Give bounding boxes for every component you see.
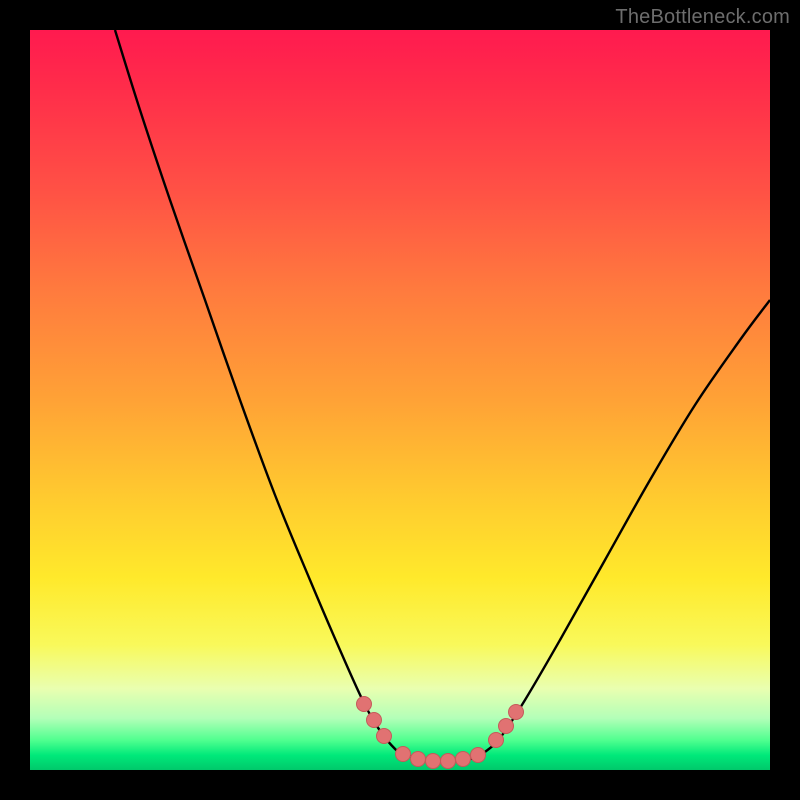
right-marker-3 (509, 705, 524, 720)
flat-marker-3 (426, 754, 441, 769)
right-marker-2 (499, 719, 514, 734)
left-marker-1 (357, 697, 372, 712)
flat-marker-4 (441, 754, 456, 769)
marker-group (357, 697, 524, 769)
chart-frame: TheBottleneck.com (0, 0, 800, 800)
watermark-text: TheBottleneck.com (615, 6, 790, 29)
flat-marker-5 (456, 752, 471, 767)
flat-marker-2 (411, 752, 426, 767)
right-marker-1 (489, 733, 504, 748)
left-marker-2 (367, 713, 382, 728)
flat-marker-6 (471, 748, 486, 763)
flat-marker-1 (396, 747, 411, 762)
bottleneck-curve-right (485, 300, 770, 752)
chart-gradient-area (30, 30, 770, 770)
bottleneck-curve-left (115, 30, 398, 752)
chart-svg (30, 30, 770, 770)
left-marker-3 (377, 729, 392, 744)
